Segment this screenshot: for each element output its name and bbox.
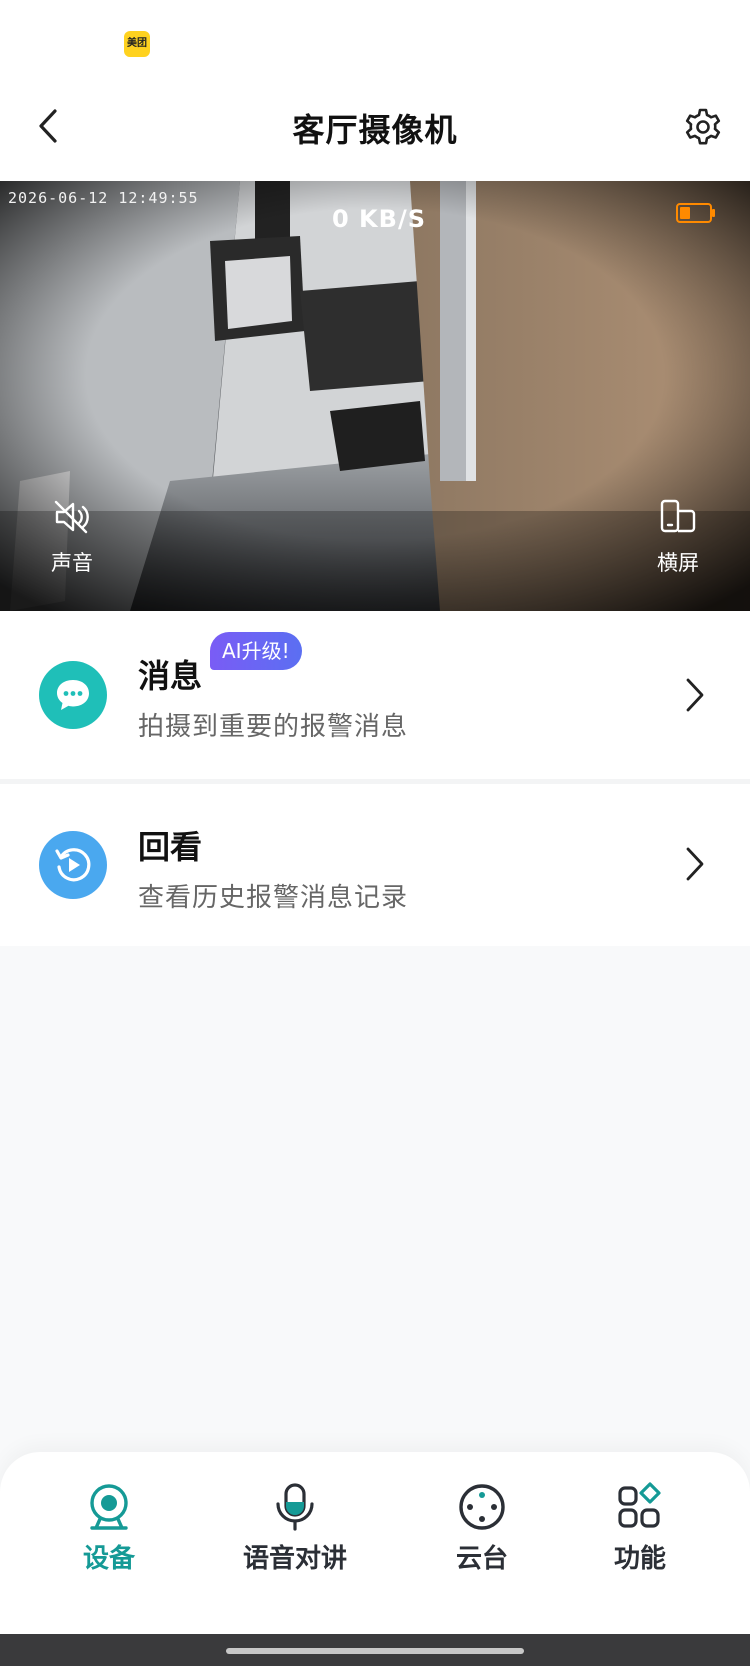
- messages-icon-circle: [39, 661, 107, 729]
- status-bar: 美团: [0, 0, 750, 84]
- speaker-muted-icon: [54, 500, 89, 534]
- landscape-button[interactable]: 横屏: [633, 499, 723, 589]
- replay-subtitle: 查看历史报警消息记录: [138, 883, 409, 913]
- grid-apps-icon: [618, 1482, 661, 1528]
- nav-label-device: 设备: [82, 1544, 135, 1574]
- chevron-right-icon: [686, 847, 704, 881]
- meituan-app-badge: 美团: [124, 31, 150, 57]
- replay-icon: [55, 848, 91, 882]
- bottom-nav: 设备 语音对讲 云台 功能: [0, 1452, 750, 1634]
- messages-subtitle: 拍摄到重要的报警消息: [138, 712, 409, 742]
- header: 客厅摄像机: [0, 84, 750, 181]
- microphone-icon: [276, 1483, 314, 1531]
- gear-icon: [685, 108, 721, 145]
- video-timestamp: 2026-06-12 12:49:55: [8, 189, 199, 207]
- nav-label-voice-intercom: 语音对讲: [242, 1544, 347, 1574]
- sound-toggle-button[interactable]: 声音: [27, 499, 117, 589]
- camera-page: 美团 客厅摄像机 2026-06-12 12:49:55 0 KB/S 声音 横…: [0, 0, 750, 1666]
- system-nav-bar: [0, 1634, 750, 1666]
- nav-label-functions: 功能: [613, 1544, 666, 1574]
- home-indicator[interactable]: [226, 1648, 524, 1654]
- replay-card[interactable]: 回看 查看历史报警消息记录: [0, 784, 750, 946]
- live-video-feed[interactable]: 2026-06-12 12:49:55 0 KB/S 声音 横屏: [0, 181, 750, 611]
- settings-button[interactable]: [682, 106, 724, 148]
- sound-label: 声音: [51, 551, 93, 575]
- nav-tab-ptz[interactable]: 云台: [407, 1482, 557, 1582]
- landscape-label: 横屏: [657, 551, 699, 575]
- bitrate-readout: 0 KB/S: [332, 205, 426, 233]
- ai-upgrade-badge: AI升级!: [210, 632, 302, 670]
- chevron-right-icon: [686, 678, 704, 712]
- chat-bubble-icon: [57, 680, 89, 710]
- replay-icon-circle: [39, 831, 107, 899]
- ptz-joystick-icon: [459, 1484, 505, 1530]
- messages-card[interactable]: 消息 AI升级! 拍摄到重要的报警消息: [0, 611, 750, 779]
- nav-tab-functions[interactable]: 功能: [565, 1482, 715, 1582]
- page-title: 客厅摄像机: [292, 111, 458, 149]
- rotate-screen-icon: [660, 499, 696, 533]
- nav-tab-device[interactable]: 设备: [34, 1482, 184, 1582]
- nav-label-ptz: 云台: [455, 1544, 508, 1574]
- nav-tab-voice-intercom[interactable]: 语音对讲: [220, 1482, 370, 1582]
- battery-low-icon: [676, 203, 715, 223]
- replay-title: 回看: [138, 828, 203, 866]
- messages-title: 消息: [138, 657, 203, 695]
- webcam-icon: [90, 1484, 128, 1530]
